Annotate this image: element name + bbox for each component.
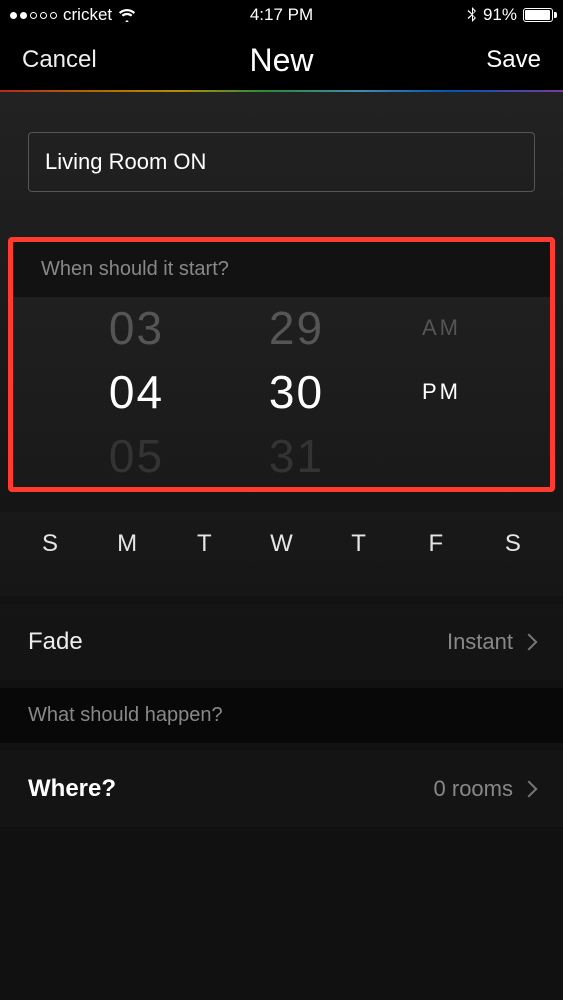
chevron-right-icon [521, 634, 538, 651]
day-wed[interactable]: W [259, 530, 303, 558]
fade-label: Fade [28, 628, 83, 656]
battery-percent: 91% [483, 5, 517, 25]
nav-bar: Cancel New Save [0, 30, 563, 90]
chevron-right-icon [521, 781, 538, 798]
name-field-wrap [0, 92, 563, 237]
fade-row[interactable]: Fade Instant [0, 604, 563, 680]
battery-icon [523, 8, 553, 22]
minute-picker[interactable]: 29 30 31 [227, 297, 367, 487]
bluetooth-icon [467, 7, 477, 23]
routine-name-input[interactable] [28, 132, 535, 192]
day-sun[interactable]: S [28, 530, 72, 558]
ampm-prev: AM [422, 297, 461, 360]
happen-section-header: What should happen? [0, 688, 563, 743]
days-of-week: S M T W T F S [0, 512, 563, 596]
status-right: 91% [467, 5, 553, 25]
hour-selected: 04 [109, 360, 164, 424]
day-fri[interactable]: F [414, 530, 458, 558]
time-picker[interactable]: 03 04 05 29 30 31 AM PM [13, 297, 550, 487]
ampm-selected: PM [422, 360, 461, 424]
content: When should it start? 03 04 05 29 30 31 … [0, 92, 563, 1000]
day-tue[interactable]: T [182, 530, 226, 558]
where-value: 0 rooms [434, 776, 535, 802]
fade-value-text: Instant [447, 629, 513, 655]
minute-prev: 29 [269, 297, 324, 360]
where-label: Where? [28, 775, 116, 803]
ampm-blank [437, 424, 446, 487]
start-time-highlight: When should it start? 03 04 05 29 30 31 … [8, 237, 555, 492]
hour-next: 05 [109, 424, 164, 487]
where-row[interactable]: Where? 0 rooms [0, 751, 563, 827]
hour-picker[interactable]: 03 04 05 [67, 297, 207, 487]
fade-value: Instant [447, 629, 535, 655]
day-thu[interactable]: T [337, 530, 381, 558]
minute-selected: 30 [269, 360, 324, 424]
save-button[interactable]: Save [486, 46, 541, 74]
where-value-text: 0 rooms [434, 776, 513, 802]
day-mon[interactable]: M [105, 530, 149, 558]
hour-prev: 03 [109, 297, 164, 360]
cancel-button[interactable]: Cancel [22, 46, 97, 74]
status-bar: cricket 4:17 PM 91% [0, 0, 563, 30]
ampm-picker[interactable]: AM PM [387, 297, 497, 487]
minute-next: 31 [269, 424, 324, 487]
screen: cricket 4:17 PM 91% Cancel New Save When… [0, 0, 563, 1000]
start-section-header: When should it start? [13, 242, 550, 297]
day-sat[interactable]: S [491, 530, 535, 558]
